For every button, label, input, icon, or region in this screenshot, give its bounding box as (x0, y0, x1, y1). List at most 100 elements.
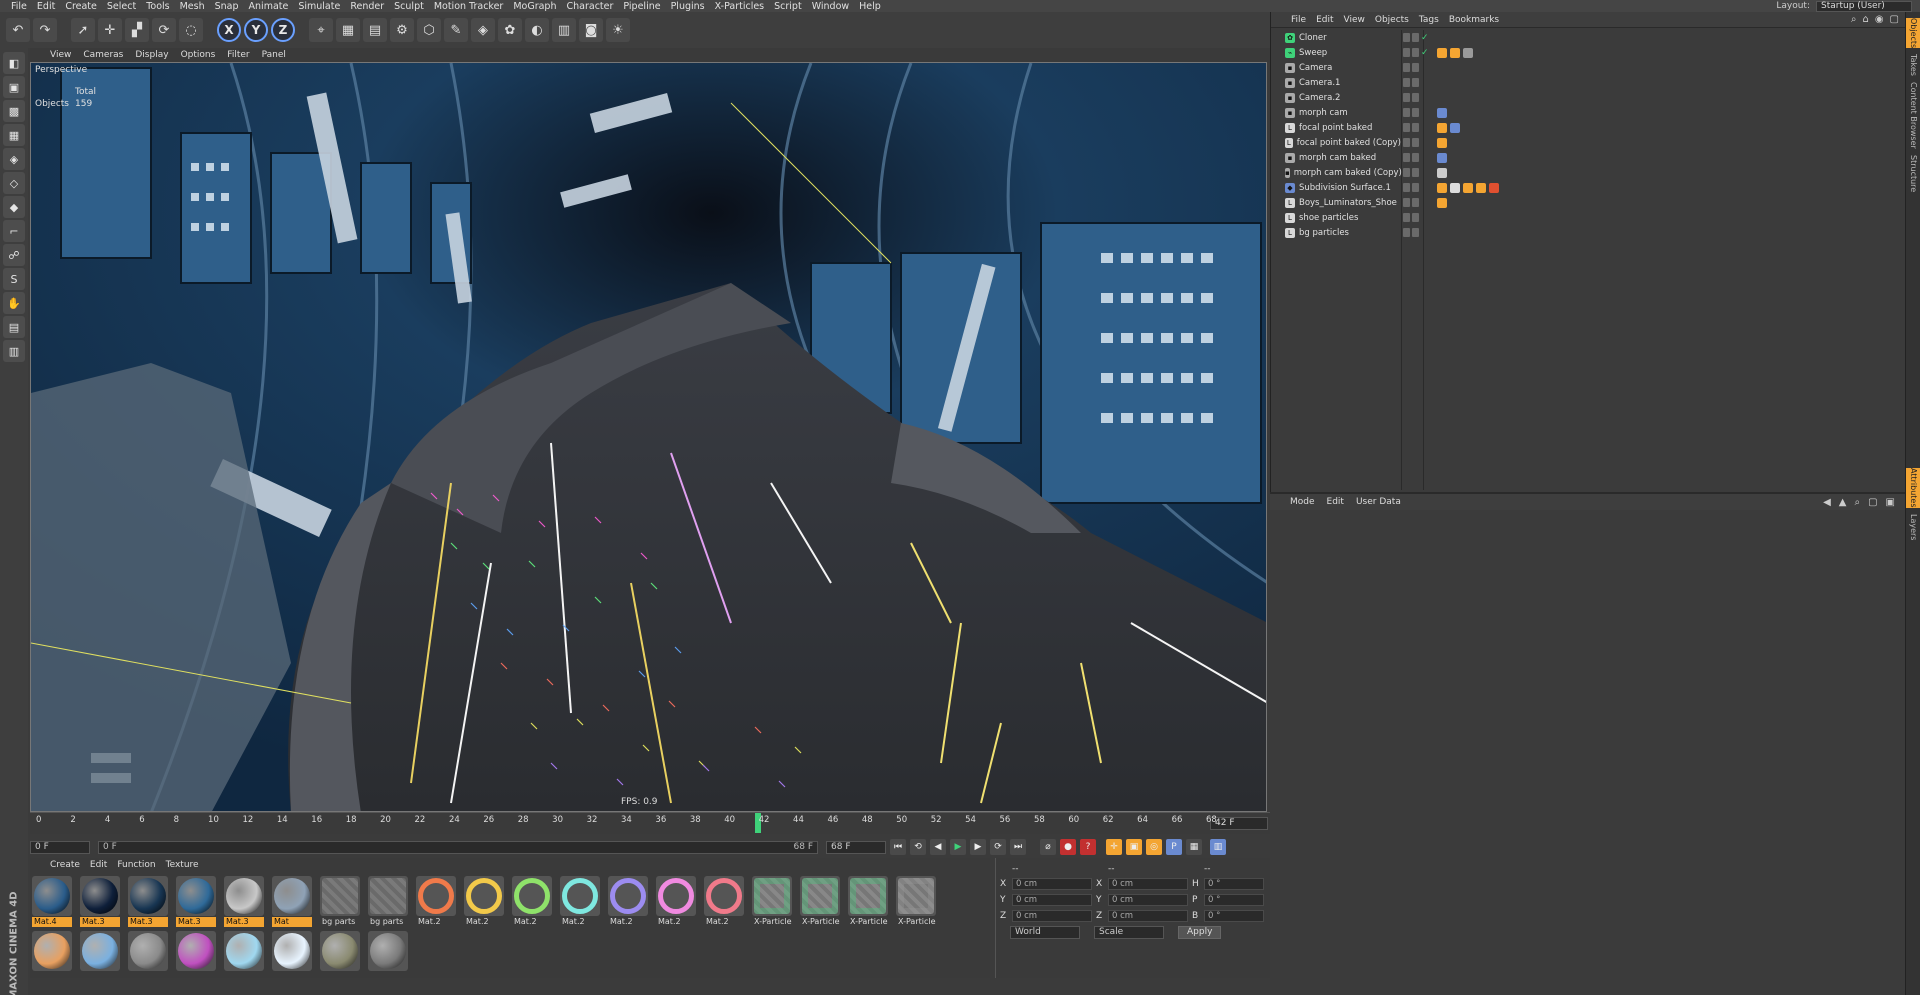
visibility-toggle[interactable] (1401, 228, 1421, 237)
object-row[interactable]: ▪ Camera.1 (1271, 75, 1906, 90)
viewport-menu-display[interactable]: Display (135, 50, 168, 60)
menu-tools[interactable]: Tools (141, 1, 174, 12)
coords-rotation-field[interactable]: 0 ° (1204, 894, 1264, 906)
current-frame-field[interactable]: 42 F (1210, 817, 1268, 830)
visibility-toggle[interactable] (1401, 183, 1421, 192)
object-tag-icon[interactable] (1450, 122, 1460, 133)
menu-select[interactable]: Select (102, 1, 141, 12)
material-swatch[interactable] (128, 931, 168, 971)
menu-mesh[interactable]: Mesh (175, 1, 210, 12)
menu-simulate[interactable]: Simulate (293, 1, 345, 12)
coords-rotation-field[interactable]: 0 ° (1204, 878, 1264, 890)
go-to-end-icon[interactable]: ⏭ (1010, 839, 1026, 855)
previous-key-icon[interactable]: ⟲ (910, 839, 926, 855)
object-tag-icon[interactable] (1450, 47, 1460, 58)
previous-frame-icon[interactable]: ◀ (930, 839, 946, 855)
new-window-icon[interactable]: ▣ (1886, 497, 1895, 508)
go-to-start-icon[interactable]: ⏮ (890, 839, 906, 855)
viewport-menu-panel[interactable]: Panel (262, 50, 286, 60)
object-tag-icon[interactable] (1437, 152, 1447, 163)
viewport-menu-options[interactable]: Options (181, 50, 216, 60)
play-icon[interactable]: ▶ (950, 839, 966, 855)
material-swatch[interactable] (176, 931, 216, 971)
object-menu-view[interactable]: View (1344, 15, 1365, 25)
side-tab-structure[interactable]: Structure (1906, 155, 1920, 192)
object-tag-icon[interactable] (1437, 197, 1447, 208)
select-arrow-icon[interactable]: ➚ (71, 18, 95, 42)
coords-position-field[interactable]: 0 cm (1012, 910, 1092, 922)
back-arrow-icon[interactable]: ◀ (1823, 497, 1831, 508)
object-tag-icon[interactable] (1437, 167, 1447, 178)
light-icon[interactable]: ☀ (606, 18, 630, 42)
material-swatch[interactable] (320, 931, 360, 971)
viewport-perspective[interactable]: Perspective Total Objects 159 FPS: 0.9 (30, 62, 1267, 812)
key-scale-icon[interactable]: ▣ (1126, 839, 1142, 855)
auto-keying-icon[interactable]: ● (1060, 839, 1076, 855)
menu-window[interactable]: Window (807, 1, 854, 12)
object-row[interactable]: ⌁ Sweep ✓ (1271, 45, 1906, 60)
material-swatch[interactable]: bg parts (320, 876, 360, 927)
object-row[interactable]: ▪ morph cam baked (Copy) (1271, 165, 1906, 180)
move-icon[interactable]: ✛ (98, 18, 122, 42)
material-swatch[interactable]: Mat.2 (608, 876, 648, 927)
cloner-icon[interactable]: ✿ (498, 18, 522, 42)
render-view-icon[interactable]: ▦ (336, 18, 360, 42)
object-tag-icon[interactable] (1476, 182, 1486, 193)
home-icon[interactable]: ⌂ (1862, 14, 1868, 25)
visibility-toggle[interactable] (1401, 153, 1421, 162)
material-menu-function[interactable]: Function (117, 860, 155, 870)
menu-pipeline[interactable]: Pipeline (618, 1, 665, 12)
visibility-toggle[interactable] (1401, 78, 1421, 87)
paint-icon[interactable]: ✋ (3, 292, 25, 314)
axis-mode-icon[interactable]: ⌐ (3, 220, 25, 242)
object-menu-edit[interactable]: Edit (1316, 15, 1333, 25)
menu-snap[interactable]: Snap (210, 1, 244, 12)
next-key-icon[interactable]: ⟳ (990, 839, 1006, 855)
coords-size-field[interactable]: 0 cm (1108, 894, 1188, 906)
menu-motion-tracker[interactable]: Motion Tracker (429, 1, 509, 12)
material-swatch[interactable]: Mat.4 (32, 876, 72, 927)
attribute-menu-edit[interactable]: Edit (1327, 497, 1344, 507)
material-swatch[interactable]: Mat (272, 876, 312, 927)
object-row[interactable]: ▪ Camera.2 (1271, 90, 1906, 105)
object-menu-tags[interactable]: Tags (1419, 15, 1439, 25)
axis-lock-y-button[interactable]: Y (244, 18, 268, 42)
menu-file[interactable]: File (6, 1, 32, 12)
coords-position-field[interactable]: 0 cm (1012, 878, 1092, 890)
coordinate-system-icon[interactable]: ⌖ (309, 18, 333, 42)
material-swatch[interactable]: Mat.2 (656, 876, 696, 927)
texture-mode-icon[interactable]: ▩ (3, 100, 25, 122)
timeline-ruler[interactable]: 42 F 0 2 4 6 8 10 12 14 16 18 20 22 24 26 28 30 32 34 36 38… (30, 812, 1270, 834)
coords-rotation-field[interactable]: 0 ° (1204, 910, 1264, 922)
camera-icon[interactable]: ◙ (579, 18, 603, 42)
object-tag-icon[interactable] (1450, 182, 1460, 193)
material-swatch[interactable]: X-Particles (848, 876, 888, 927)
material-swatch[interactable]: Mat.2 (704, 876, 744, 927)
lock-icon[interactable]: ▢ (1868, 497, 1877, 508)
material-swatch[interactable] (272, 931, 312, 971)
end-frame-field[interactable]: 68 F (826, 840, 886, 854)
visibility-toggle[interactable] (1401, 63, 1421, 72)
visibility-toggle[interactable] (1401, 168, 1421, 177)
object-row[interactable]: Lfocal point baked (Copy) (1271, 135, 1906, 150)
make-editable-icon[interactable]: ◧ (3, 52, 25, 74)
material-swatch[interactable] (32, 931, 72, 971)
material-swatch[interactable] (80, 931, 120, 971)
rotate-icon[interactable]: ⟳ (152, 18, 176, 42)
enable-check-icon[interactable]: ✓ (1421, 33, 1431, 43)
next-frame-icon[interactable]: ▶ (970, 839, 986, 855)
object-menu-objects[interactable]: Objects (1375, 15, 1409, 25)
object-tag-icon[interactable] (1489, 182, 1499, 193)
live-selection-icon[interactable]: ◌ (179, 18, 203, 42)
attribute-menu-user-data[interactable]: User Data (1356, 497, 1401, 507)
material-swatch[interactable]: Mat.2 (464, 876, 504, 927)
deformer-icon[interactable]: ◐ (525, 18, 549, 42)
material-swatch[interactable]: X-Particles (800, 876, 840, 927)
object-row[interactable]: ◆ Subdivision Surface.1 (1271, 180, 1906, 195)
material-swatch[interactable] (224, 931, 264, 971)
model-mode-icon[interactable]: ▣ (3, 76, 25, 98)
floor-icon[interactable]: ▥ (552, 18, 576, 42)
object-tag-icon[interactable] (1463, 182, 1473, 193)
material-menu-texture[interactable]: Texture (166, 860, 199, 870)
polygons-mode-icon[interactable]: ◆ (3, 196, 25, 218)
